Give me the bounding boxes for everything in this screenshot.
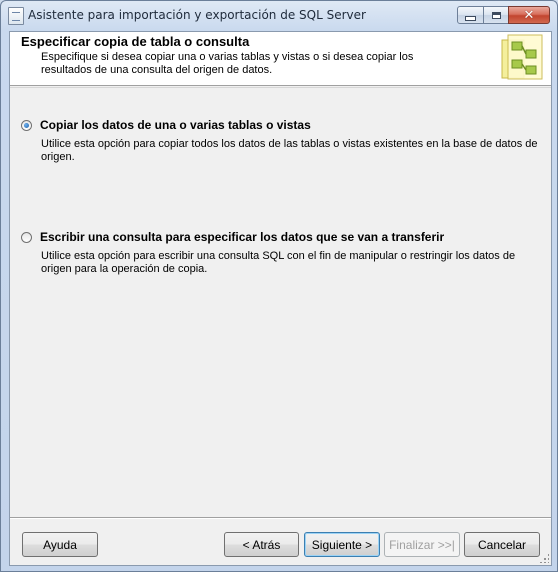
- help-button[interactable]: Ayuda: [22, 532, 98, 557]
- wizard-header: Especificar copia de tabla o consulta Es…: [10, 32, 551, 86]
- option-copy-tables-label[interactable]: Copiar los datos de una o varias tablas …: [40, 118, 311, 132]
- title-bar[interactable]: Asistente para importación y exportación…: [1, 1, 557, 31]
- back-button[interactable]: < Atrás: [224, 532, 299, 557]
- option-write-query-description: Utilice esta opción para escribir una co…: [41, 250, 516, 275]
- option-copy-tables-description: Utilice esta opción para copiar todos lo…: [41, 138, 538, 163]
- wizard-window: Asistente para importación y exportación…: [0, 0, 558, 572]
- close-icon: ✕: [523, 7, 535, 23]
- maximize-button[interactable]: [483, 6, 509, 24]
- radio-copy-tables[interactable]: [21, 120, 32, 131]
- minimize-icon: [465, 15, 476, 21]
- finish-button[interactable]: Finalizar >>|: [384, 532, 460, 557]
- header-separator: [10, 87, 551, 88]
- option-write-query-label[interactable]: Escribir una consulta para especificar l…: [40, 230, 444, 244]
- page-title: Especificar copia de tabla o consulta: [21, 34, 250, 49]
- footer-separator: [10, 517, 551, 519]
- window-title: Asistente para importación y exportación…: [28, 8, 366, 22]
- resize-grip[interactable]: [539, 553, 549, 563]
- wizard-header-icon: [501, 34, 543, 80]
- next-button[interactable]: Siguiente >: [304, 532, 380, 557]
- page-description: Especifique si desea copiar una o varias…: [41, 51, 414, 76]
- close-button[interactable]: ✕: [508, 6, 550, 24]
- dialog-client-area: Especificar copia de tabla o consulta Es…: [9, 31, 552, 566]
- radio-write-query[interactable]: [21, 232, 32, 243]
- app-icon: [8, 7, 24, 25]
- maximize-icon: [491, 11, 501, 19]
- cancel-button[interactable]: Cancelar: [464, 532, 540, 557]
- minimize-button[interactable]: [457, 6, 484, 24]
